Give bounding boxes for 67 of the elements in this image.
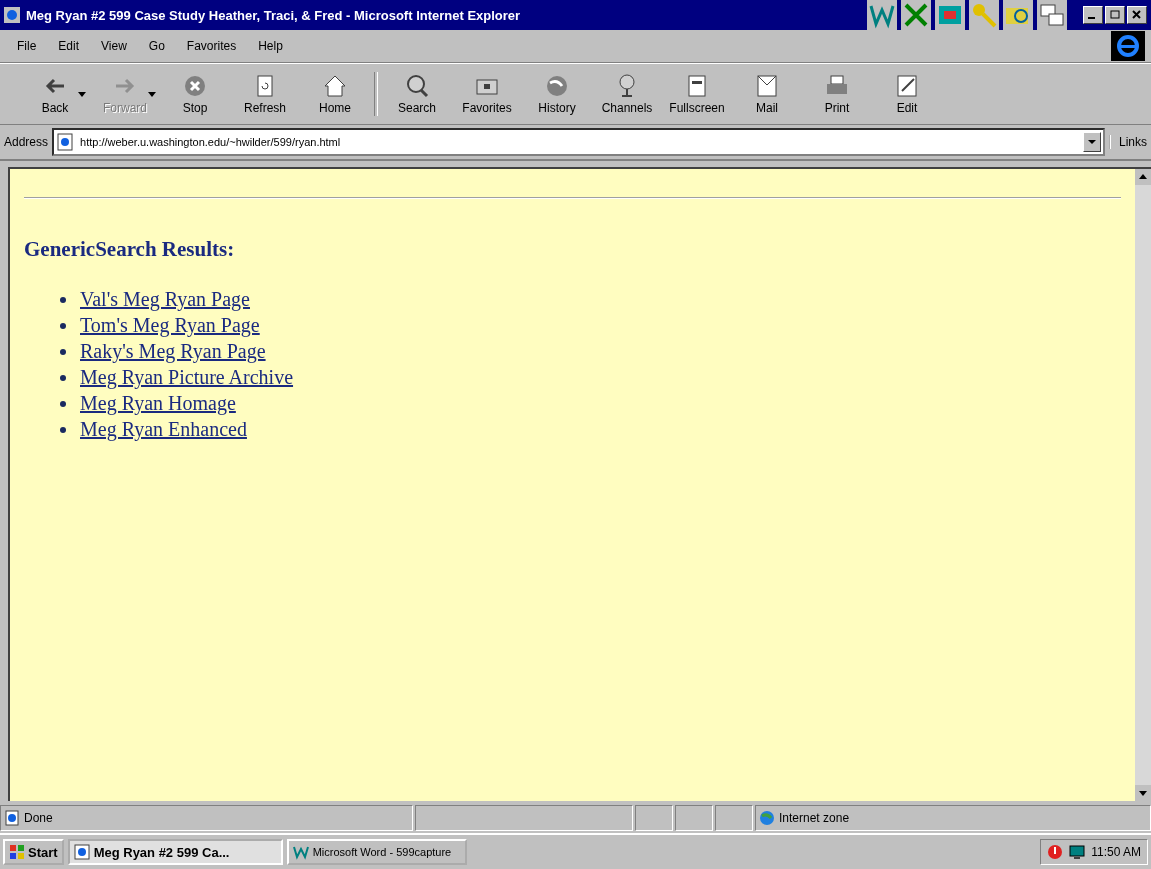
address-label: Address	[4, 135, 49, 149]
scroll-up-icon[interactable]	[1135, 169, 1151, 185]
bullet-icon	[60, 322, 66, 329]
mail-button[interactable]: Mail	[732, 73, 802, 115]
search-button[interactable]: Search	[382, 73, 452, 115]
windows-logo-icon	[9, 844, 25, 860]
bullet-icon	[60, 400, 66, 407]
menu-item[interactable]: View	[90, 37, 138, 55]
window-title: Meg Ryan #2 599 Case Study Heather, Traci, & Fred - Microsoft Internet Explorer	[26, 7, 522, 23]
fullscreen-button[interactable]: Fullscreen	[662, 73, 732, 115]
link[interactable]: Val's Meg Ryan Page	[80, 288, 250, 311]
edit-icon	[894, 73, 920, 99]
scroll-down-icon[interactable]	[1135, 785, 1151, 801]
scrollbar[interactable]	[1135, 169, 1151, 801]
menu-item[interactable]: Edit	[47, 37, 91, 55]
bullet-icon	[60, 348, 66, 355]
stop-icon	[182, 73, 208, 99]
dropdown-button[interactable]	[1083, 132, 1101, 152]
home-button[interactable]: Home	[300, 73, 370, 115]
link[interactable]: Tom's Meg Ryan Page	[80, 314, 260, 337]
history-icon	[544, 73, 570, 99]
page-icon	[56, 133, 75, 151]
print-button[interactable]: Print	[802, 73, 872, 115]
history-button[interactable]: History	[522, 73, 592, 115]
warning-icon[interactable]	[1047, 844, 1064, 860]
taskbar-button[interactable]: Microsoft Word - 599capture	[286, 839, 467, 865]
caret-icon[interactable]	[78, 91, 86, 97]
search-icon	[404, 73, 430, 99]
back-button[interactable]: Back	[20, 73, 90, 115]
computers-icon[interactable]	[1037, 0, 1067, 30]
status-panel	[715, 805, 753, 831]
close-button[interactable]	[1127, 6, 1147, 24]
menu-item[interactable]: Help	[247, 37, 294, 55]
home-icon	[322, 73, 348, 99]
refresh-button[interactable]: Refresh	[230, 73, 300, 115]
mail-icon	[754, 73, 780, 99]
monitor-icon[interactable]	[1069, 844, 1086, 860]
bullet-icon	[60, 426, 66, 433]
page-heading: GenericSearch Results:	[24, 237, 236, 262]
zone-text: Internet zone	[779, 811, 850, 825]
status-text: Done	[24, 811, 53, 825]
favorites-button[interactable]: Favorites	[452, 73, 522, 115]
menu-item[interactable]: Favorites	[175, 37, 248, 55]
menu-item[interactable]: File	[6, 37, 48, 55]
bullet-icon	[60, 296, 66, 303]
presentation-icon[interactable]	[935, 0, 965, 30]
minimize-button[interactable]	[1083, 6, 1103, 24]
link[interactable]: Raky's Meg Ryan Page	[80, 340, 266, 363]
start-button[interactable]: Start	[3, 839, 64, 865]
menu-item[interactable]: Go	[137, 37, 176, 55]
link[interactable]: Meg Ryan Enhanced	[80, 418, 247, 441]
link[interactable]: Meg Ryan Homage	[80, 392, 236, 415]
restore-button[interactable]	[1105, 6, 1125, 24]
page-icon	[4, 810, 20, 826]
folder-search-icon[interactable]	[1003, 0, 1033, 30]
taskbar-button[interactable]: Meg Ryan #2 599 Ca...	[67, 839, 283, 865]
edit-button[interactable]: Edit	[872, 73, 942, 115]
links-label[interactable]: Links	[1109, 135, 1147, 149]
status-panel	[635, 805, 673, 831]
bullet-icon	[60, 374, 66, 381]
stop-button[interactable]: Stop	[160, 73, 230, 115]
link[interactable]: Meg Ryan Picture Archive	[80, 366, 294, 389]
clock: 11:50 AM	[1091, 845, 1141, 859]
channels-button[interactable]: Channels	[592, 73, 662, 115]
globe-icon	[759, 810, 775, 826]
status-panel	[675, 805, 713, 831]
address-field[interactable]: http://weber.u.washington.edu/~hwilder/599/ryan.html	[52, 128, 1105, 156]
